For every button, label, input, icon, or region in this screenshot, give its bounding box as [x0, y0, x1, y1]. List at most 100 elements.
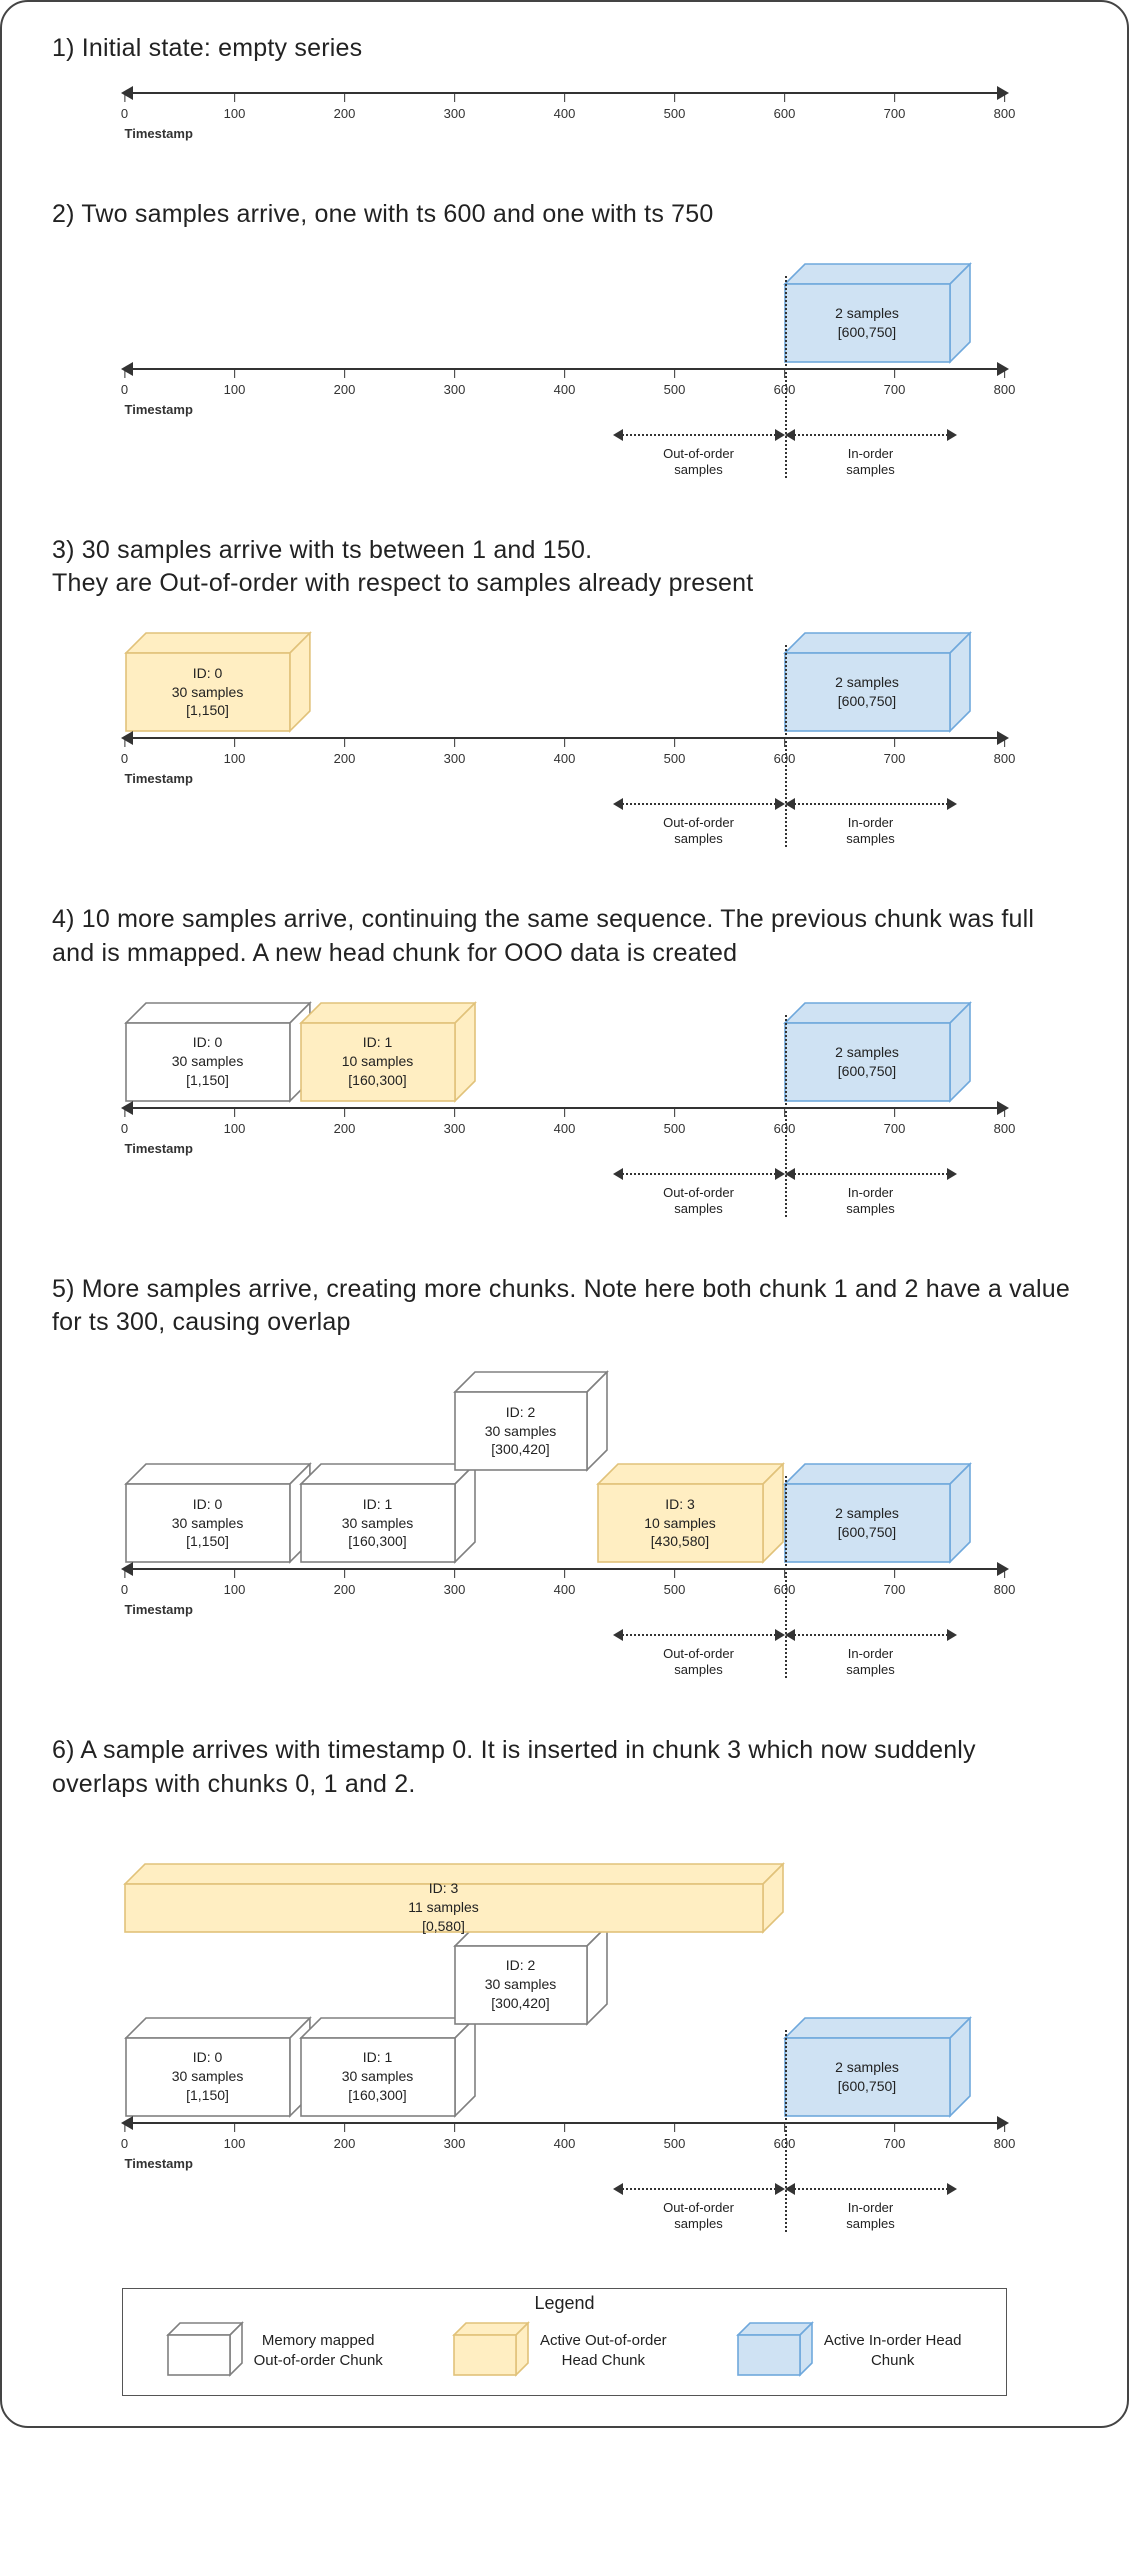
stage: ID: 030 samples[1,150]ID: 130 samples[16… [125, 1358, 1005, 1688]
step-5: 5) More samples arrive, creating more ch… [52, 1273, 1077, 1689]
axis-tick: 400 [554, 2122, 576, 2151]
axis-tick: 800 [994, 2122, 1016, 2151]
chunk-box: ID: 030 samples[1,150] [126, 1023, 290, 1101]
tick-label: 800 [994, 2136, 1016, 2151]
axis-tick: 800 [994, 1107, 1016, 1136]
stage: ID: 030 samples[1,150]ID: 130 samples[16… [125, 1820, 1005, 2242]
axis-tick: 600 [774, 92, 796, 121]
tick-label: 0 [121, 1582, 128, 1597]
tick-label: 400 [554, 751, 576, 766]
axis-tick: 400 [554, 1107, 576, 1136]
ooo-range-arrow [615, 1634, 783, 1636]
axis-tick: 500 [664, 1107, 686, 1136]
ooo-caption: Out-of-ordersamples [663, 1646, 734, 1679]
step-title: 3) 30 samples arrive with ts between 1 a… [52, 534, 1077, 602]
tick-label: 500 [664, 106, 686, 121]
tick-label: 600 [774, 106, 796, 121]
step-2: 2) Two samples arrive, one with ts 600 a… [52, 198, 1077, 488]
chunk-label: ID: 030 samples[1,150] [126, 653, 290, 731]
chunk-label: ID: 130 samples[160,300] [301, 1484, 455, 1562]
chunk-label: ID: 030 samples[1,150] [126, 1484, 290, 1562]
legend-label: Active Out-of-orderHead Chunk [540, 2331, 667, 2370]
legend-row: Memory mappedOut-of-order Chunk Active Ou… [147, 2327, 982, 2375]
axis-tick: 700 [884, 368, 906, 397]
axis-tick: 500 [664, 737, 686, 766]
axis-tick: 300 [444, 92, 466, 121]
axis-tick: 800 [994, 1568, 1016, 1597]
chunk-label [454, 2335, 516, 2375]
chunk-label: ID: 311 samples[0,580] [125, 1884, 763, 1932]
axis-tick: 0 [121, 737, 128, 766]
axis-tick: 0 [121, 368, 128, 397]
tick-label: 200 [334, 1121, 356, 1136]
chunk-box [168, 2335, 230, 2375]
tick-label: 200 [334, 382, 356, 397]
chunk-box: 2 samples[600,750] [785, 1023, 950, 1101]
step-title: 4) 10 more samples arrive, continuing th… [52, 903, 1077, 971]
axis-tick: 100 [224, 1568, 246, 1597]
tick-label: 500 [664, 751, 686, 766]
ooo-range-arrow [615, 803, 783, 805]
axis-tick: 0 [121, 92, 128, 121]
tick-label: 100 [224, 106, 246, 121]
step-title: 6) A sample arrives with timestamp 0. It… [52, 1734, 1077, 1802]
inorder-range-arrow [787, 434, 955, 436]
chunk-box: ID: 030 samples[1,150] [126, 653, 290, 731]
step-4: 4) 10 more samples arrive, continuing th… [52, 903, 1077, 1227]
tick-label: 100 [224, 382, 246, 397]
axis-tick: 100 [224, 368, 246, 397]
chunk-label: 2 samples[600,750] [785, 1023, 950, 1101]
legend-swatch [738, 2327, 808, 2375]
axis-label: Timestamp [125, 126, 193, 141]
split-line [785, 2030, 787, 2232]
legend-item: Active Out-of-orderHead Chunk [454, 2327, 667, 2375]
tick-label: 400 [554, 1121, 576, 1136]
axis-tick: 700 [884, 92, 906, 121]
chunk-label: ID: 110 samples[160,300] [301, 1023, 455, 1101]
tick-label: 300 [444, 2136, 466, 2151]
tick-label: 700 [884, 106, 906, 121]
diagram-frame: 1) Initial state: empty series 0 100 200 300… [0, 0, 1129, 2428]
axis-tick: 800 [994, 92, 1016, 121]
legend: Legend Memory mappedOut-of-order ChunkAc… [122, 2288, 1007, 2396]
tick-label: 700 [884, 751, 906, 766]
axis-tick: 300 [444, 368, 466, 397]
inorder-caption: In-ordersamples [846, 446, 894, 479]
chunk-label: 2 samples[600,750] [785, 284, 950, 362]
tick-label: 100 [224, 1121, 246, 1136]
tick-label: 200 [334, 751, 356, 766]
step-title: 1) Initial state: empty series [52, 32, 1077, 66]
axis-tick: 100 [224, 737, 246, 766]
axis-tick: 400 [554, 1568, 576, 1597]
tick-label: 300 [444, 751, 466, 766]
tick-label: 0 [121, 751, 128, 766]
ooo-caption: Out-of-ordersamples [663, 446, 734, 479]
tick-label: 800 [994, 382, 1016, 397]
axis-label: Timestamp [125, 402, 193, 417]
axis-tick: 200 [334, 737, 356, 766]
chunk-box: ID: 110 samples[160,300] [301, 1023, 455, 1101]
tick-label: 800 [994, 751, 1016, 766]
axis-tick: 200 [334, 2122, 356, 2151]
axis-tick: 500 [664, 2122, 686, 2151]
axis-tick: 300 [444, 1107, 466, 1136]
tick-label: 700 [884, 1121, 906, 1136]
chunk-box: 2 samples[600,750] [785, 2038, 950, 2116]
stage: 0100200300400500600700800Timestamp [125, 84, 1005, 152]
legend-item: Memory mappedOut-of-order Chunk [168, 2327, 383, 2375]
tick-label: 500 [664, 382, 686, 397]
tick-label: 200 [334, 106, 356, 121]
axis-tick: 0 [121, 1568, 128, 1597]
axis-tick: 200 [334, 1107, 356, 1136]
tick-label: 400 [554, 106, 576, 121]
axis-tick: 800 [994, 737, 1016, 766]
tick-label: 300 [444, 382, 466, 397]
chunk-box: ID: 310 samples[430,580] [598, 1484, 763, 1562]
tick-label: 700 [884, 382, 906, 397]
stage: 2 samples[600,750]0100200300400500600700… [125, 250, 1005, 488]
ooo-caption: Out-of-ordersamples [663, 1185, 734, 1218]
axis-tick: 300 [444, 737, 466, 766]
inorder-caption: In-ordersamples [846, 815, 894, 848]
axis-label: Timestamp [125, 2156, 193, 2171]
chunk-box: ID: 230 samples[300,420] [455, 1946, 587, 2024]
